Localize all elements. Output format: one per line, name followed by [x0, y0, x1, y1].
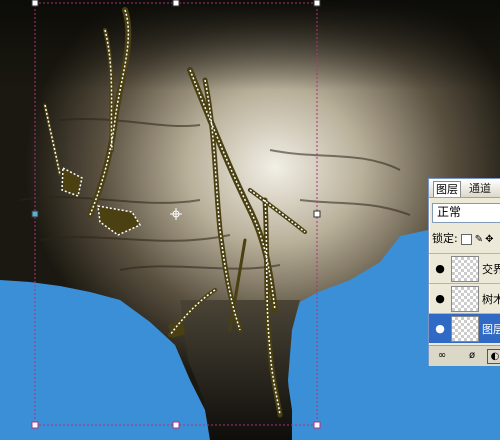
lock-move-icon[interactable]: ✥: [485, 234, 493, 245]
eye-icon[interactable]: ●: [433, 262, 447, 275]
transform-handle[interactable]: [313, 0, 321, 7]
transform-handle[interactable]: [313, 421, 321, 429]
lock-row: 锁定: ✎ ✥: [432, 231, 500, 247]
photoshop-canvas-area[interactable]: 图层 通道 正常 锁定: ✎ ✥ ● 交界 ● 树木 ● 图层 ∞ ø ◐: [0, 0, 500, 440]
link-icon[interactable]: ∞: [435, 349, 449, 362]
fx-icon[interactable]: ø: [465, 349, 479, 362]
layer-thumbnail: [451, 316, 479, 342]
lock-label: 锁定:: [432, 232, 458, 245]
transform-handle[interactable]: [31, 0, 39, 7]
layer-name: 交界: [482, 263, 500, 276]
panel-tabs: 图层 通道: [429, 179, 500, 198]
panel-footer: ∞ ø ◐: [429, 345, 500, 366]
tab-channels[interactable]: 通道: [467, 181, 493, 196]
mask-icon[interactable]: ◐: [487, 349, 500, 364]
blend-mode-select[interactable]: 正常: [432, 203, 500, 223]
transform-handle[interactable]: [31, 210, 39, 218]
eye-icon[interactable]: ●: [433, 322, 447, 335]
image-canvas[interactable]: [0, 0, 500, 440]
lock-paint-icon[interactable]: ✎: [475, 234, 483, 245]
layer-name: 树木: [482, 293, 500, 306]
rock-top-shadow: [0, 0, 500, 90]
layers-panel[interactable]: 图层 通道 正常 锁定: ✎ ✥ ● 交界 ● 树木 ● 图层 ∞ ø ◐: [428, 178, 500, 366]
layer-thumbnail: [451, 286, 479, 312]
eye-icon[interactable]: ●: [433, 292, 447, 305]
transform-handle[interactable]: [313, 210, 321, 218]
transform-handle[interactable]: [172, 0, 180, 7]
lock-transparent-icon[interactable]: [460, 233, 472, 245]
layer-name: 图层: [482, 323, 500, 336]
transform-handle[interactable]: [172, 421, 180, 429]
layer-row-selected[interactable]: ● 图层: [429, 313, 500, 343]
layer-row[interactable]: ● 交界: [429, 253, 500, 283]
tab-layers[interactable]: 图层: [433, 181, 461, 197]
layer-row[interactable]: ● 树木: [429, 283, 500, 313]
layer-thumbnail: [451, 256, 479, 282]
transform-handle[interactable]: [31, 421, 39, 429]
